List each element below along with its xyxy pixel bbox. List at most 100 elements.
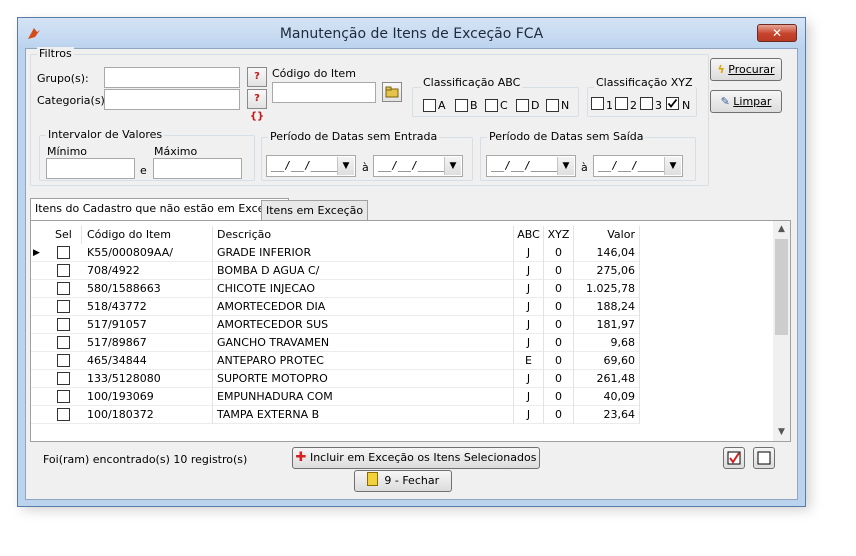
- cell-abc: J: [514, 316, 544, 334]
- chevron-down-icon[interactable]: ▼: [337, 157, 354, 175]
- cell-xyz: 0: [544, 352, 574, 370]
- table-row[interactable]: 708/4922 BOMBA D AGUA C/J 0 275,06: [31, 262, 640, 280]
- cell-valor: 9,68: [574, 334, 640, 352]
- limpar-button[interactable]: ✎ Limpar: [710, 90, 782, 113]
- column-header-descricao[interactable]: Descrição: [213, 226, 514, 244]
- tab-itens-cadastro[interactable]: Itens do Cadastro que não estão em Exceç…: [30, 198, 289, 221]
- cell-valor: 275,06: [574, 262, 640, 280]
- xyz-checkbox-2[interactable]: [615, 97, 628, 110]
- chevron-down-icon[interactable]: ▼: [664, 157, 681, 175]
- xyz-checkbox-n[interactable]: [666, 97, 679, 110]
- cell-xyz: 0: [544, 370, 574, 388]
- row-select-checkbox[interactable]: [57, 336, 70, 349]
- row-select-checkbox[interactable]: [57, 390, 70, 403]
- column-header-sel[interactable]: Sel: [49, 226, 82, 244]
- entrada-from-date[interactable]: __/__/____ ▼: [266, 155, 356, 177]
- chevron-down-icon[interactable]: ▼: [444, 157, 461, 175]
- maximo-input[interactable]: [153, 158, 242, 179]
- table-row[interactable]: ▶ K55/000809AA/GRADE INFERIOR J 0 146,04: [31, 244, 640, 262]
- scroll-up-icon[interactable]: ▲: [773, 221, 790, 238]
- codigo-item-input[interactable]: [272, 82, 376, 103]
- cell-valor: 188,24: [574, 298, 640, 316]
- cell-xyz: 0: [544, 316, 574, 334]
- categoria-input[interactable]: [104, 89, 240, 110]
- table-row[interactable]: 100/180372 TAMPA EXTERNA B J 0 23,64: [31, 406, 640, 424]
- cell-descricao: TAMPA EXTERNA B: [213, 406, 514, 424]
- abc-label-a: A: [438, 99, 446, 112]
- row-select-checkbox[interactable]: [57, 246, 70, 259]
- saida-from-date[interactable]: __/__/____ ▼: [486, 155, 576, 177]
- column-header-xyz[interactable]: XYZ: [544, 226, 574, 244]
- xyz-checkbox-3[interactable]: [640, 97, 653, 110]
- table-row[interactable]: 100/193069 EMPUNHADURA COM J 0 40,09: [31, 388, 640, 406]
- cell-valor: 1.025,78: [574, 280, 640, 298]
- cell-descricao: AMORTECEDOR SUS: [213, 316, 514, 334]
- vertical-scrollbar[interactable]: ▲ ▼: [773, 221, 790, 441]
- cell-abc: J: [514, 298, 544, 316]
- procurar-button[interactable]: ϟ Procurar: [710, 58, 782, 81]
- abc-checkbox-n[interactable]: [546, 99, 559, 112]
- row-select-checkbox[interactable]: [57, 282, 70, 295]
- scroll-thumb[interactable]: [775, 239, 788, 335]
- table-row[interactable]: 518/43772 AMORTECEDOR DIA J 0 188,24: [31, 298, 640, 316]
- cell-abc: J: [514, 334, 544, 352]
- minimo-input[interactable]: [46, 158, 135, 179]
- scroll-down-icon[interactable]: ▼: [773, 424, 790, 441]
- cell-abc: J: [514, 370, 544, 388]
- abc-checkbox-b[interactable]: [455, 99, 468, 112]
- table-row[interactable]: 133/5128080 SUPORTE MOTOPRO J 0 261,48: [31, 370, 640, 388]
- column-header-codigo[interactable]: Código do Item: [82, 226, 213, 244]
- cell-codigo: 465/34844: [82, 352, 213, 370]
- cell-xyz: 0: [544, 388, 574, 406]
- column-header-abc[interactable]: ABC: [514, 226, 544, 244]
- table-row[interactable]: 517/89867 GANCHO TRAVAMEN J 0 9,68: [31, 334, 640, 352]
- entrada-to-date[interactable]: __/__/____ ▼: [373, 155, 463, 177]
- cell-codigo: 708/4922: [82, 262, 213, 280]
- cell-xyz: 0: [544, 334, 574, 352]
- codigo-item-label: Código do Item: [272, 67, 356, 80]
- row-select-checkbox[interactable]: [57, 264, 70, 277]
- incluir-excecao-button[interactable]: ✚ Incluir em Exceção os Itens Selecionad…: [292, 447, 540, 469]
- table-row[interactable]: 465/34844 ANTEPARO PROTEC E 0 69,60: [31, 352, 640, 370]
- deselect-all-button[interactable]: [753, 447, 775, 469]
- grupo-lookup-button[interactable]: ?{}: [247, 67, 267, 100]
- abc-label-d: D: [531, 99, 540, 112]
- column-header-valor[interactable]: Valor: [574, 226, 640, 244]
- cell-descricao: SUPORTE MOTOPRO: [213, 370, 514, 388]
- categoria-label: Categoria(s):: [37, 94, 109, 107]
- exit-door-icon: [366, 472, 378, 486]
- fechar-button[interactable]: 9 - Fechar: [354, 470, 452, 492]
- folder-search-icon: [385, 86, 399, 98]
- xyz-checkbox-1[interactable]: [591, 97, 604, 110]
- empty-checkbox-icon: [757, 451, 771, 465]
- row-select-checkbox[interactable]: [57, 318, 70, 331]
- filters-title: Filtros: [37, 47, 74, 60]
- table-row[interactable]: 580/1588663 CHICOTE INJECAO J 0 1.025,78: [31, 280, 640, 298]
- abc-checkbox-a[interactable]: [423, 99, 436, 112]
- periodo-entrada-title: Período de Datas sem Entrada: [268, 130, 440, 143]
- row-select-checkbox[interactable]: [57, 372, 70, 385]
- select-all-button[interactable]: [723, 447, 745, 469]
- close-button[interactable]: ✕: [757, 24, 797, 42]
- saida-to-date[interactable]: __/__/____ ▼: [593, 155, 683, 177]
- row-select-checkbox[interactable]: [57, 300, 70, 313]
- entrada-a-label: à: [362, 161, 369, 174]
- cell-valor: 261,48: [574, 370, 640, 388]
- table-row[interactable]: 517/91057 AMORTECEDOR SUS J 0 181,97: [31, 316, 640, 334]
- abc-checkbox-d[interactable]: [516, 99, 529, 112]
- cell-xyz: 0: [544, 244, 574, 262]
- records-status: Foi(ram) encontrado(s) 10 registro(s): [43, 453, 248, 466]
- row-select-checkbox[interactable]: [57, 354, 70, 367]
- codigo-item-search-button[interactable]: [382, 82, 402, 102]
- title-bar[interactable]: Manutenção de Itens de Exceção FCA ✕: [18, 18, 805, 48]
- intervalo-valores-title: Intervalor de Valores: [46, 128, 165, 141]
- tab-itens-excecao[interactable]: Itens em Exceção: [261, 200, 369, 220]
- abc-checkbox-c[interactable]: [485, 99, 498, 112]
- grupo-input[interactable]: [104, 67, 240, 88]
- chevron-down-icon[interactable]: ▼: [557, 157, 574, 175]
- xyz-label-2: 2: [630, 99, 637, 112]
- categoria-lookup-button[interactable]: ?{}: [247, 89, 267, 122]
- cell-abc: J: [514, 280, 544, 298]
- cell-codigo: 580/1588663: [82, 280, 213, 298]
- row-select-checkbox[interactable]: [57, 408, 70, 421]
